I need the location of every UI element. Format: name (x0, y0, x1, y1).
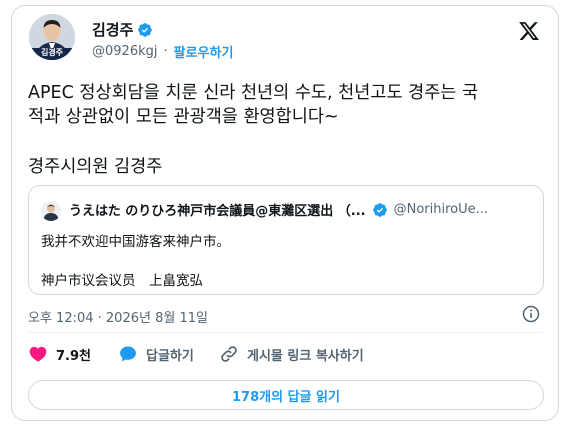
author-handle-row: @0926kgj · 팔로우하기 (92, 42, 233, 61)
copy-link-button[interactable]: 게시물 링크 복사하기 (219, 344, 364, 364)
verified-badge-icon (138, 22, 153, 37)
author-name[interactable]: 김경주 (92, 19, 153, 40)
author-name-text: 김경주 (92, 21, 134, 39)
heart-icon (29, 346, 47, 362)
tweet-text-line: 적과 상관없이 모든 관광객을 환영합니다~ (28, 107, 339, 127)
tweet-text-line: APEC 정상회담을 치룬 신라 천년의 수도, 천년고도 경주는 국 (28, 83, 479, 103)
author-handle[interactable]: @0926kgj (92, 44, 157, 59)
info-icon[interactable] (521, 304, 541, 324)
divider (28, 332, 542, 333)
chat-bubble-icon (120, 346, 136, 362)
read-replies-button[interactable]: 178개의 답글 읽기 (28, 380, 544, 410)
follow-button[interactable]: 팔로우하기 (174, 42, 234, 61)
quoted-author-avatar (41, 201, 61, 221)
tweet-timestamp[interactable]: 오후 12:04 · 2026년 8월 11일 (28, 307, 208, 326)
quoted-tweet-text: 我并不欢迎中国游客来神户市。 (41, 234, 230, 250)
tweet-card: 김경주 김경주 @0926kgj · 팔로우하기 APEC 정상회담을 치룬 신… (11, 5, 559, 421)
avatar-badge: 김경주 (40, 48, 64, 57)
quoted-author-name: うえはた のりひろ神戸市会議員@東灘区選出 （... (69, 204, 366, 219)
copy-link-label: 게시물 링크 복사하기 (247, 348, 364, 364)
author-avatar[interactable]: 김경주 (29, 14, 75, 60)
reply-button[interactable]: 답글하기 (118, 344, 194, 364)
quoted-author-handle: @NorihiroUe... (393, 202, 489, 217)
like-button[interactable]: 7.9천 (28, 344, 91, 364)
quoted-tweet-signature: 神户市议会议员 上畠宽弘 (41, 273, 203, 289)
verified-badge-icon (372, 202, 387, 217)
link-icon (221, 346, 237, 362)
quoted-author-row: うえはた のりひろ神戸市会議員@東灘区選出 （... @NorihiroUe..… (69, 200, 488, 219)
quoted-tweet[interactable]: うえはた のりひろ神戸市会議員@東灘区選出 （... @NorihiroUe..… (28, 185, 544, 295)
tweet-signature: 경주시의원 김경주 (28, 157, 163, 177)
tweet-text: APEC 정상회담을 치룬 신라 천년의 수도, 천년고도 경주는 국 적과 상… (28, 81, 548, 129)
like-count: 7.9천 (56, 348, 91, 364)
reply-label: 답글하기 (146, 348, 194, 364)
handle-separator: · (163, 44, 168, 59)
x-logo-icon[interactable] (518, 20, 540, 42)
